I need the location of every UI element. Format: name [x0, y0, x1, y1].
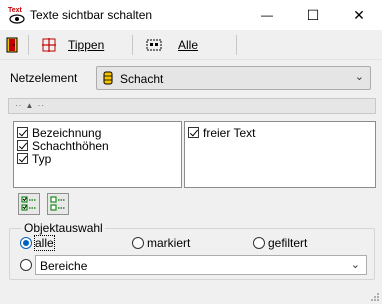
radio-indicator — [20, 259, 32, 271]
exit-door-icon — [6, 37, 18, 53]
select-all-icon — [146, 39, 162, 51]
radio-bereiche[interactable] — [20, 258, 35, 272]
alle-button[interactable]: Alle — [146, 35, 198, 55]
radio-selected-indicator — [20, 237, 32, 249]
uncheck-all-icon — [50, 196, 65, 211]
minimize-button[interactable]: — — [244, 0, 290, 30]
uncheck-all-button[interactable] — [47, 193, 69, 215]
resize-grip-icon[interactable] — [368, 290, 380, 302]
toolbar-separator — [132, 35, 133, 55]
bereiche-dropdown[interactable]: Bereiche ⌄ — [35, 255, 367, 275]
list-item-label: Typ — [32, 151, 52, 166]
exit-button[interactable] — [6, 35, 20, 55]
toolbar: Tippen Alle — [0, 30, 382, 60]
bereiche-value: Bereiche — [40, 259, 88, 273]
radio-label: gefiltert — [268, 236, 308, 250]
tippen-button[interactable]: Tippen — [42, 35, 104, 55]
checkbox[interactable] — [17, 153, 28, 164]
collapsible-splitter[interactable]: ·· ▲ ·· — [8, 98, 376, 114]
toolbar-separator — [28, 35, 29, 55]
window-title: Texte sichtbar schalten — [30, 8, 153, 22]
chevron-down-icon: ⌄ — [354, 71, 364, 83]
right-attribute-list: freier Text — [184, 121, 376, 188]
netzelement-value: Schacht — [120, 72, 164, 86]
close-icon: ✕ — [353, 6, 365, 23]
text-visibility-icon: Text — [8, 5, 26, 25]
minimize-icon: — — [261, 8, 273, 22]
list-item[interactable]: Typ — [17, 151, 52, 166]
radio-label: alle — [34, 235, 55, 251]
alle-label: Alle — [178, 38, 199, 52]
radio-markiert[interactable]: markiert — [132, 236, 190, 250]
list-item-label: Schachthöhen — [32, 138, 109, 153]
objektauswahl-title: Objektauswahl — [22, 221, 105, 235]
toolbar-separator — [236, 35, 237, 55]
netzelement-label: Netzelement — [10, 71, 78, 85]
radio-alle[interactable]: alle — [20, 235, 55, 251]
radio-gefiltert[interactable]: gefiltert — [253, 236, 307, 250]
list-item[interactable]: freier Text — [188, 125, 256, 140]
maximize-icon: ☐ — [306, 6, 320, 23]
netzelement-dropdown[interactable]: Schacht ⌄ — [96, 66, 371, 90]
crosshair-grid-icon — [42, 38, 56, 52]
checkbox[interactable] — [17, 127, 28, 138]
maximize-button[interactable]: ☐ — [290, 0, 336, 30]
radio-indicator — [132, 237, 144, 249]
collapse-grip-icon: ·· ▲ ·· — [15, 101, 46, 110]
list-item-label: freier Text — [203, 125, 256, 140]
manhole-icon — [103, 71, 113, 85]
checkbox[interactable] — [188, 127, 199, 138]
chevron-down-icon: ⌄ — [350, 259, 360, 271]
radio-label: markiert — [147, 236, 191, 250]
tippen-label: Tippen — [68, 38, 105, 52]
check-all-icon — [21, 196, 36, 211]
close-button[interactable]: ✕ — [336, 0, 382, 30]
checkbox[interactable] — [17, 140, 28, 151]
title-bar: Text Texte sichtbar schalten — ☐ ✕ — [0, 0, 382, 30]
app-icon-text: Text — [8, 7, 23, 14]
radio-indicator — [253, 237, 265, 249]
list-item[interactable]: Schachthöhen — [17, 138, 109, 153]
check-all-button[interactable] — [18, 193, 40, 215]
left-attribute-list: Bezeichnung Schachthöhen Typ — [13, 121, 182, 188]
list-item[interactable]: Bezeichnung — [17, 125, 102, 140]
list-item-label: Bezeichnung — [32, 125, 102, 140]
